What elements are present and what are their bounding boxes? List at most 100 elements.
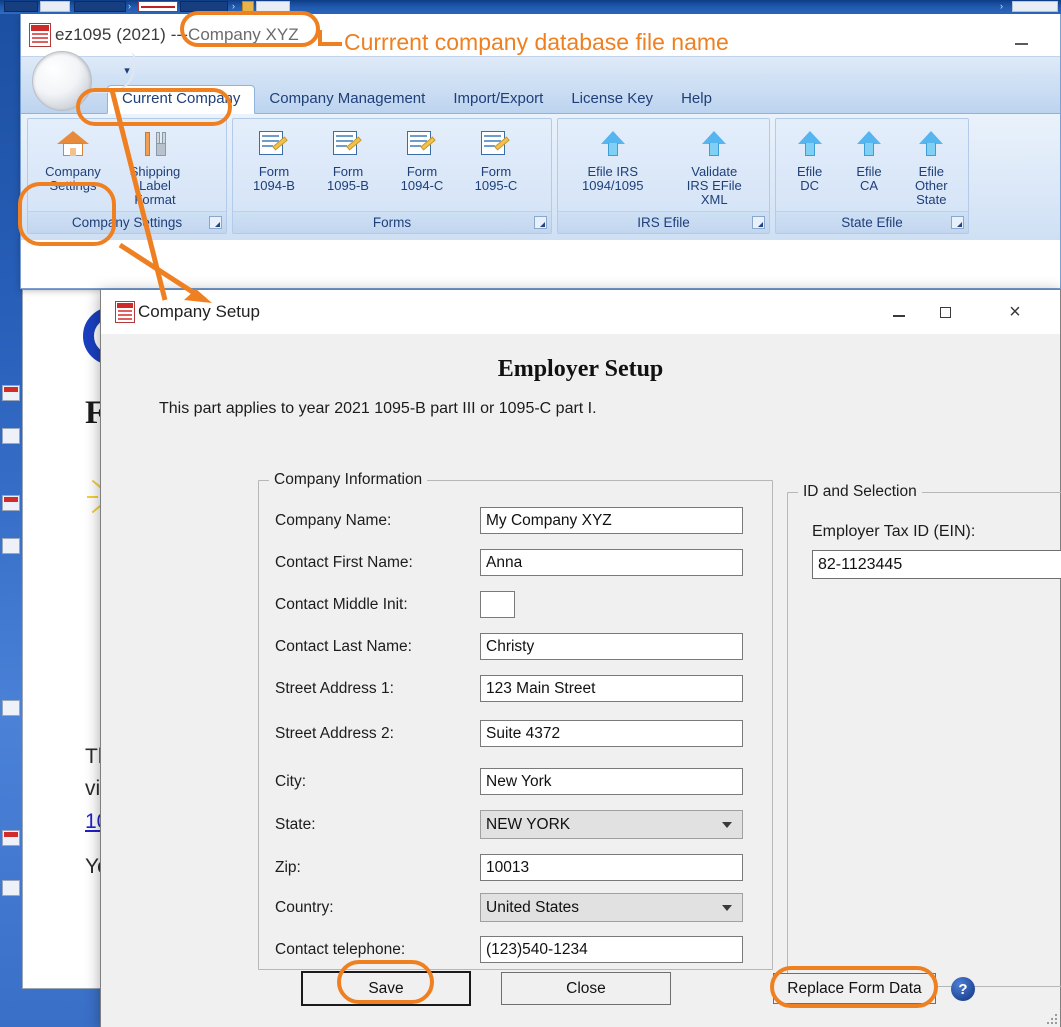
company-settings-button[interactable]: CompanySettings bbox=[32, 123, 114, 211]
city-label: City: bbox=[275, 773, 480, 791]
taskbar-chip bbox=[1012, 1, 1058, 12]
shipping-label-format-button[interactable]: ShippingLabelFormat bbox=[114, 123, 196, 211]
form-1094c-button[interactable]: Form1094-C bbox=[385, 123, 459, 211]
dialog-launcher-icon[interactable] bbox=[534, 216, 547, 229]
ribbon-tab-strip: Current Company Company Management Impor… bbox=[21, 84, 1060, 114]
ribbon-group-title: Forms bbox=[233, 211, 551, 233]
state-label: State: bbox=[275, 816, 480, 834]
minimize-icon[interactable] bbox=[876, 290, 922, 334]
employer-tax-id-input[interactable]: 82-1123445 bbox=[812, 550, 1061, 579]
taskbar-chip bbox=[242, 1, 254, 12]
ribbon-group-title-text: Company Settings bbox=[72, 215, 182, 230]
state-select-value: NEW YORK bbox=[486, 816, 570, 834]
country-label: Country: bbox=[275, 899, 480, 917]
form-edit-icon bbox=[407, 127, 437, 161]
tab-help[interactable]: Help bbox=[667, 86, 726, 113]
ez1095-app-icon bbox=[115, 301, 135, 323]
taskbar-chip bbox=[4, 1, 38, 12]
desktop-icon[interactable] bbox=[2, 538, 20, 554]
contact-last-name-input[interactable]: Christy bbox=[480, 633, 743, 660]
desktop-icon[interactable] bbox=[2, 428, 20, 444]
replace-form-data-button[interactable]: Replace Form Data bbox=[773, 973, 936, 1004]
close-icon[interactable]: × bbox=[992, 290, 1038, 334]
ribbon-group-title-text: IRS Efile bbox=[637, 215, 690, 230]
ribbon-group-title-text: State Efile bbox=[841, 215, 903, 230]
desktop-icon[interactable] bbox=[2, 385, 20, 401]
home-icon bbox=[57, 127, 89, 161]
save-button[interactable]: Save bbox=[301, 971, 471, 1006]
field-state: State: NEW YORK bbox=[275, 810, 743, 839]
contact-telephone-input[interactable]: (123)540-1234 bbox=[480, 936, 743, 963]
zip-input[interactable]: 10013 bbox=[480, 854, 743, 881]
contact-first-name-label: Contact First Name: bbox=[275, 554, 480, 572]
street-address-1-input[interactable]: 123 Main Street bbox=[480, 675, 743, 702]
ribbon-group-title: IRS Efile bbox=[558, 211, 769, 233]
desktop-icon[interactable] bbox=[2, 830, 20, 846]
taskbar-separator: › bbox=[232, 2, 238, 11]
shipping-label-format-label: ShippingLabelFormat bbox=[130, 165, 181, 207]
tab-import-export[interactable]: Import/Export bbox=[439, 86, 557, 113]
contact-middle-init-input[interactable] bbox=[480, 591, 515, 618]
company-name-input[interactable]: My Company XYZ bbox=[480, 507, 743, 534]
efile-irs-1094-1095-button[interactable]: Efile IRS1094/1095 bbox=[572, 123, 654, 211]
form-1094b-label: Form1094-B bbox=[253, 165, 295, 193]
street-address-2-input[interactable]: Suite 4372 bbox=[480, 720, 743, 747]
taskbar-chip bbox=[74, 1, 126, 12]
state-select[interactable]: NEW YORK bbox=[480, 810, 743, 839]
dialog-body: Employer Setup This part applies to year… bbox=[101, 334, 1060, 1027]
taskbar-chip bbox=[40, 1, 70, 12]
resize-grip[interactable] bbox=[1044, 1011, 1057, 1024]
form-1094b-button[interactable]: Form1094-B bbox=[237, 123, 311, 211]
upload-arrow-icon bbox=[857, 127, 881, 161]
street-address-1-label: Street Address 1: bbox=[275, 680, 480, 698]
tab-license-key[interactable]: License Key bbox=[557, 86, 667, 113]
form-1095c-label: Form1095-C bbox=[475, 165, 518, 193]
ribbon-group-forms: Form1094-B Form1095-B Form1094-C Form109… bbox=[232, 118, 552, 234]
field-city: City: New York bbox=[275, 768, 743, 795]
dialog-launcher-icon[interactable] bbox=[752, 216, 765, 229]
street-address-2-label: Street Address 2: bbox=[275, 725, 480, 743]
dialog-title-bar[interactable]: Company Setup × bbox=[101, 290, 1060, 334]
maximize-icon[interactable] bbox=[922, 290, 968, 334]
dialog-launcher-icon[interactable] bbox=[209, 216, 222, 229]
efile-ca-button[interactable]: EfileCA bbox=[840, 123, 898, 211]
efile-other-state-button[interactable]: EfileOtherState bbox=[899, 123, 963, 211]
city-input[interactable]: New York bbox=[480, 768, 743, 795]
tab-company-management[interactable]: Company Management bbox=[255, 86, 439, 113]
zip-label: Zip: bbox=[275, 859, 480, 877]
dialog-launcher-icon[interactable] bbox=[951, 216, 964, 229]
form-1095c-button[interactable]: Form1095-C bbox=[459, 123, 533, 211]
efile-dc-button[interactable]: EfileDC bbox=[781, 123, 839, 211]
chevron-down-icon bbox=[722, 822, 732, 828]
ribbon-group-title: State Efile bbox=[776, 211, 968, 233]
tools-icon bbox=[141, 127, 169, 161]
help-icon[interactable]: ? bbox=[951, 977, 975, 1001]
field-contact-first-name: Contact First Name: Anna bbox=[275, 549, 743, 576]
country-select[interactable]: United States bbox=[480, 893, 743, 922]
desktop-icon[interactable] bbox=[2, 495, 20, 511]
field-country: Country: United States bbox=[275, 893, 743, 922]
company-settings-label: CompanySettings bbox=[45, 165, 101, 193]
app-title-bar[interactable]: ez1095 (2021) --- Company XYZ bbox=[21, 14, 1060, 56]
contact-first-name-input[interactable]: Anna bbox=[480, 549, 743, 576]
field-street-address-1: Street Address 1: 123 Main Street bbox=[275, 675, 743, 702]
form-edit-icon bbox=[333, 127, 363, 161]
efile-irs-label: Efile IRS1094/1095 bbox=[582, 165, 643, 193]
efile-dc-label: EfileDC bbox=[797, 165, 822, 193]
office-orb-button[interactable] bbox=[32, 51, 92, 111]
form-1095b-button[interactable]: Form1095-B bbox=[311, 123, 385, 211]
ribbon-group-irs-efile: Efile IRS1094/1095 ValidateIRS EFileXML … bbox=[557, 118, 770, 234]
ez1095-main-window: ez1095 (2021) --- Company XYZ ▾ Current … bbox=[20, 14, 1061, 289]
validate-irs-efile-xml-button[interactable]: ValidateIRS EFileXML bbox=[673, 123, 755, 211]
country-select-value: United States bbox=[486, 899, 579, 917]
close-button[interactable]: Close bbox=[501, 972, 671, 1005]
app-minimize-button[interactable] bbox=[1008, 26, 1034, 50]
company-name-label: Company Name: bbox=[275, 512, 480, 530]
ribbon-group-state-efile: EfileDC EfileCA EfileOtherState State Ef… bbox=[775, 118, 969, 234]
taskbar-chip bbox=[138, 1, 178, 12]
desktop-icon[interactable] bbox=[2, 700, 20, 716]
id-and-selection-group: ID and Selection Employer Tax ID (EIN): … bbox=[787, 492, 1061, 987]
tab-current-company[interactable]: Current Company bbox=[107, 85, 255, 114]
taskbar-separator: › bbox=[1000, 2, 1006, 11]
desktop-icon[interactable] bbox=[2, 880, 20, 896]
